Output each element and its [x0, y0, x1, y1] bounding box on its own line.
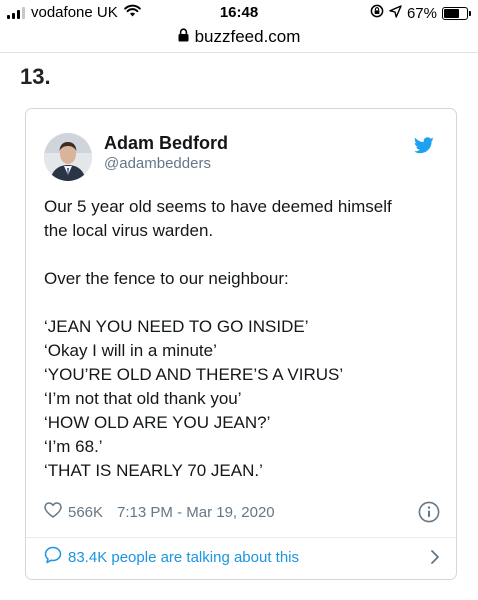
- tweet-line: ‘I’m not that old thank you’: [44, 389, 242, 408]
- info-icon[interactable]: [418, 501, 440, 527]
- tweet-line: ‘I’m 68.’: [44, 437, 103, 456]
- tweet-line: Over the fence to our neighbour:: [44, 269, 289, 288]
- tweet-line: ‘HOW OLD ARE YOU JEAN?’: [44, 413, 271, 432]
- tweet-meta: 566K 7:13 PM - Mar 19, 2020: [44, 501, 440, 523]
- status-bar: vodafone UK 16:48 67%: [0, 0, 478, 26]
- chevron-right-icon: [430, 549, 440, 569]
- battery-percent: 67%: [406, 4, 437, 22]
- tweet-line-break: [44, 243, 444, 267]
- divider: [0, 52, 478, 53]
- tweet-line: ‘JEAN YOU NEED TO GO INSIDE’: [44, 317, 309, 336]
- address-bar[interactable]: buzzfeed.com: [0, 24, 478, 50]
- lock-icon: [178, 27, 189, 47]
- author-handle[interactable]: @adambedders: [104, 155, 211, 172]
- tweet-line: ‘YOU’RE OLD AND THERE’S A VIRUS’: [44, 365, 344, 384]
- speech-bubble-icon: [44, 546, 62, 568]
- heart-icon[interactable]: [44, 502, 62, 522]
- tweet-line-break: [44, 291, 444, 315]
- battery-icon: [442, 6, 471, 20]
- battery-level: [444, 8, 459, 18]
- divider: [26, 537, 456, 538]
- embedded-tweet[interactable]: Adam Bedford @adambedders Our 5 year old…: [25, 108, 457, 580]
- tweet-line: Our 5 year old seems to have deemed hims…: [44, 197, 392, 216]
- url-domain: buzzfeed.com: [194, 27, 301, 46]
- twitter-bird-icon[interactable]: [414, 137, 434, 159]
- rotation-lock-icon: [370, 4, 384, 22]
- tweet-line: ‘Okay I will in a minute’: [44, 341, 217, 360]
- author-name[interactable]: Adam Bedford: [104, 133, 228, 154]
- status-bar-right: 67%: [370, 4, 471, 22]
- avatar[interactable]: [44, 133, 92, 181]
- list-item-number: 13.: [20, 64, 51, 89]
- location-arrow-icon: [389, 4, 402, 22]
- conversation-link[interactable]: 83.4K people are talking about this: [44, 545, 440, 569]
- like-count[interactable]: 566K: [68, 504, 103, 521]
- tweet-line: the local virus warden.: [44, 221, 214, 240]
- conversation-count: 83.4K people are talking about this: [68, 548, 299, 566]
- tweet-text: Our 5 year old seems to have deemed hims…: [44, 195, 444, 483]
- tweet-timestamp[interactable]: 7:13 PM - Mar 19, 2020: [117, 504, 275, 521]
- tweet-line: ‘THAT IS NEARLY 70 JEAN.’: [44, 461, 263, 480]
